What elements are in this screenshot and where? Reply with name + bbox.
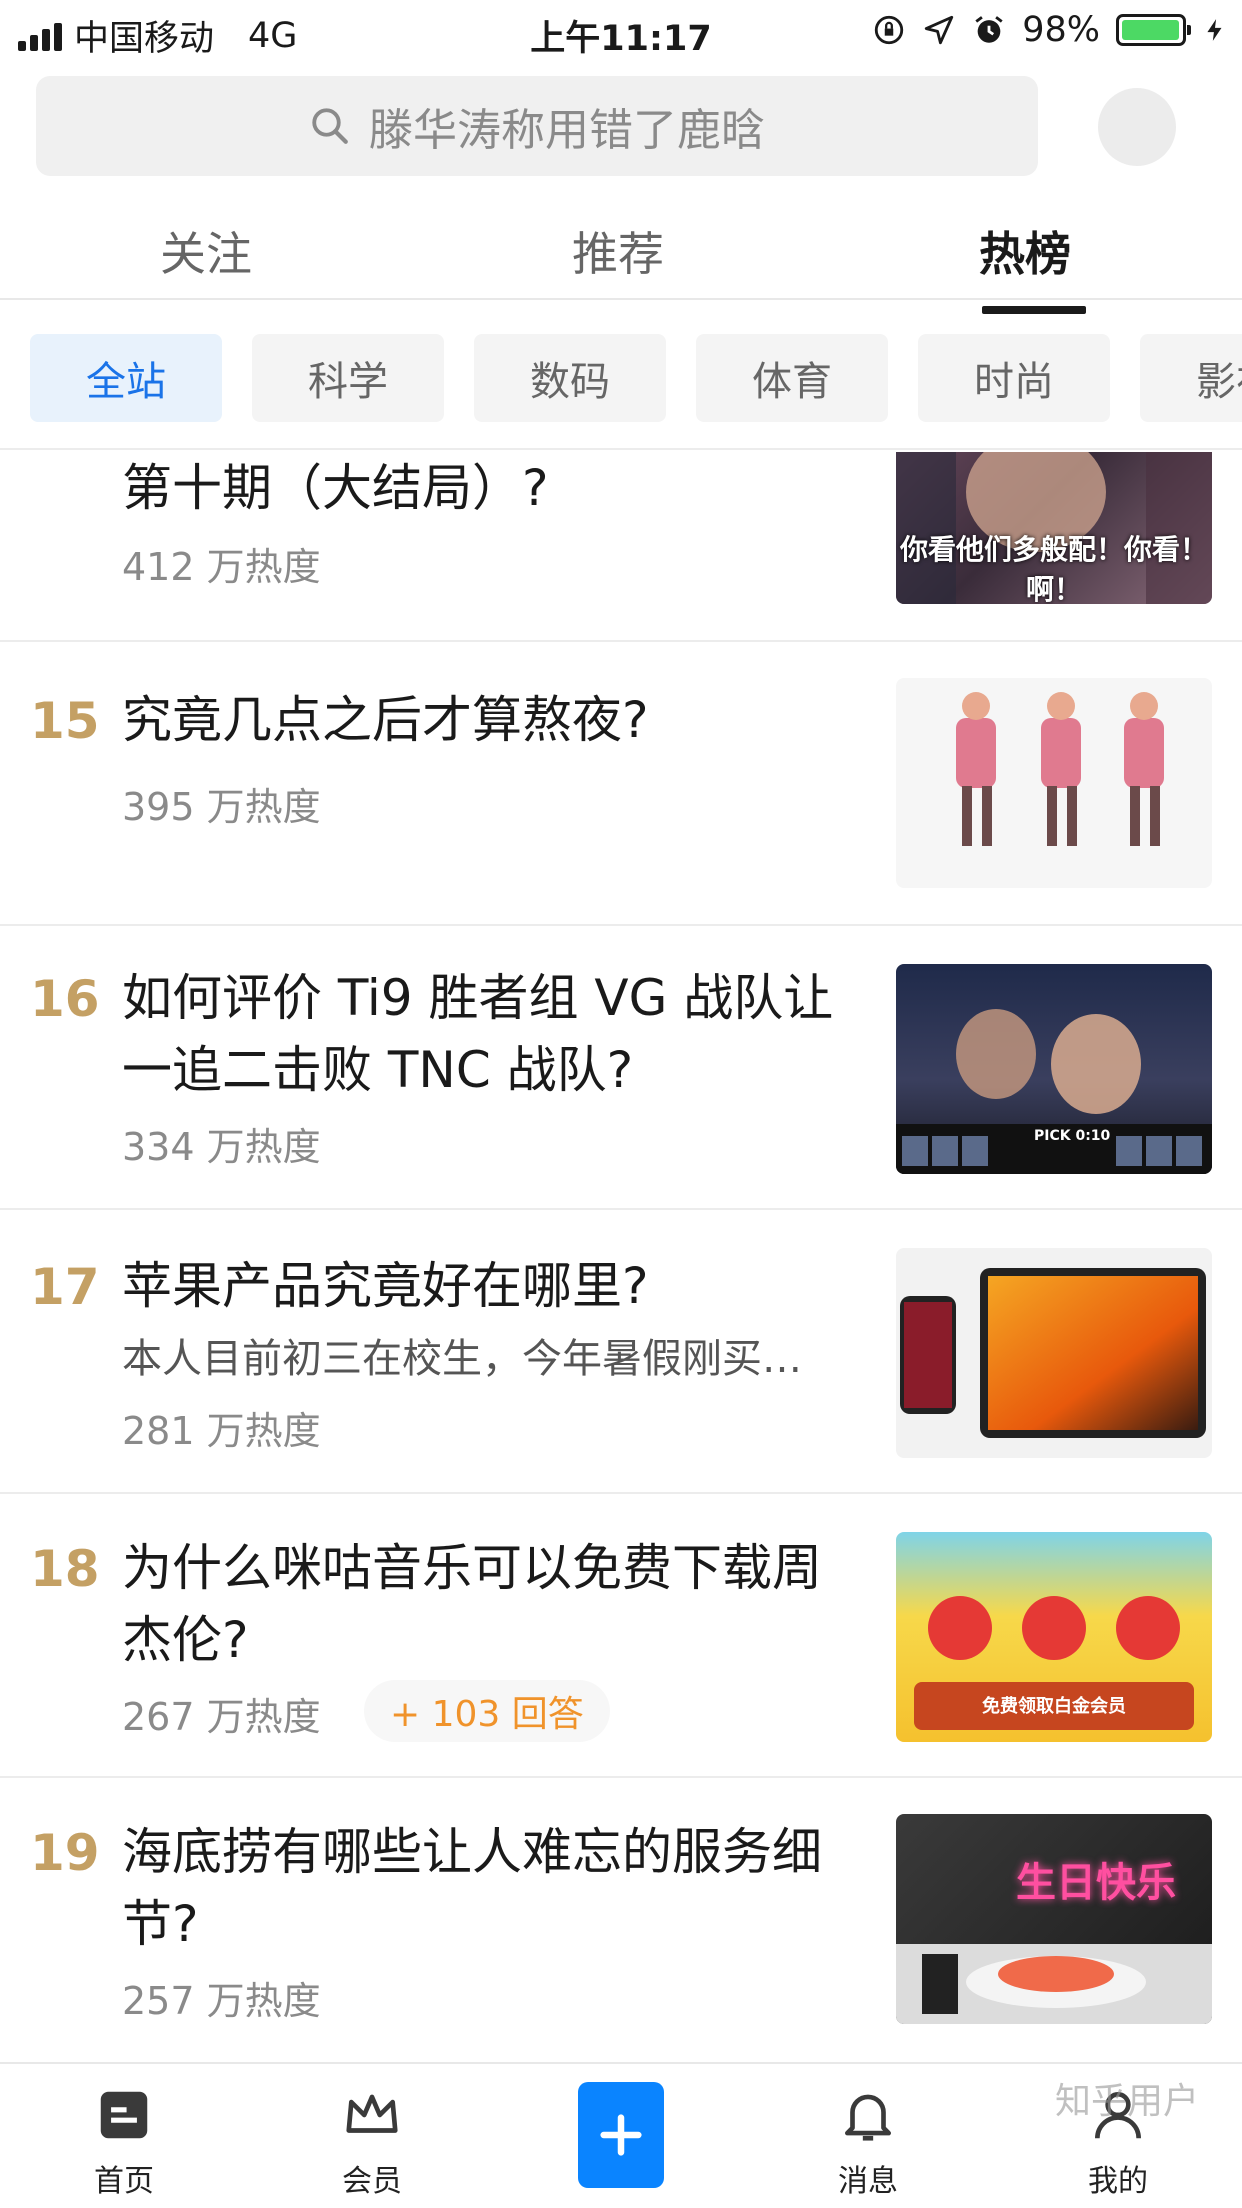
category-chips: 全站 科学 数码 体育 时尚 影视 bbox=[0, 302, 1242, 450]
search-bar[interactable]: 滕华涛称用错了鹿晗 bbox=[36, 76, 1038, 176]
nav-label: 会员 bbox=[342, 2164, 402, 2199]
nav-label: 消息 bbox=[838, 2164, 898, 2199]
add-button[interactable] bbox=[578, 2082, 664, 2188]
status-right: 98% bbox=[872, 10, 1228, 50]
location-icon bbox=[925, 15, 954, 45]
battery-icon bbox=[1116, 14, 1191, 46]
item-heat: 334 万热度 bbox=[122, 1125, 321, 1169]
chip-label: 科学 bbox=[308, 359, 388, 405]
chip-fashion[interactable]: 时尚 bbox=[918, 334, 1110, 422]
thumbnail-caption: 你看他们多般配！你看！啊！ bbox=[899, 533, 1208, 604]
item-thumbnail: PICK 0:10 bbox=[896, 964, 1212, 1174]
item-title: 为什么咪咕音乐可以免费下载周杰伦? bbox=[122, 1539, 822, 1669]
carrier-label: 中国移动 bbox=[74, 19, 215, 59]
item-heat: 267 万热度 bbox=[122, 1695, 321, 1739]
bell-icon bbox=[845, 2094, 891, 2141]
item-thumbnail: 生日快乐 bbox=[896, 1814, 1212, 2024]
crown-icon bbox=[346, 2094, 398, 2133]
chip-film[interactable]: 影视 bbox=[1140, 334, 1242, 422]
item-heat: 395 万热度 bbox=[122, 785, 321, 829]
chip-label: 时尚 bbox=[974, 359, 1054, 405]
charging-icon bbox=[1207, 19, 1222, 41]
tab-label: 关注 bbox=[160, 227, 252, 281]
item-thumbnail: 你看他们多般配！你看！啊！ bbox=[896, 452, 1212, 604]
tab-label: 推荐 bbox=[572, 227, 664, 281]
item-rank: 16 bbox=[30, 970, 100, 1028]
item-thumbnail bbox=[896, 1248, 1212, 1458]
chip-label: 体育 bbox=[752, 359, 832, 405]
tab-follow[interactable]: 关注 bbox=[96, 218, 316, 284]
battery-level bbox=[1122, 20, 1179, 40]
rotation-lock-icon bbox=[875, 15, 904, 45]
chip-science[interactable]: 科学 bbox=[252, 334, 444, 422]
search-icon bbox=[312, 108, 348, 144]
thumbnail-caption: PICK 0:10 bbox=[1034, 1128, 1111, 1144]
thumbnail-caption: 免费领取白金会员 bbox=[982, 1696, 1126, 1717]
nav-label: 首页 bbox=[94, 2164, 154, 2199]
item-heat: 257 万热度 bbox=[122, 1979, 321, 2023]
list-item[interactable]: 17 苹果产品究竟好在哪里? 本人目前初三在校生，今年暑假刚买… 281 万热度 bbox=[0, 1210, 1242, 1494]
item-thumbnail: 免费领取白金会员 bbox=[896, 1532, 1212, 1742]
nav-label: 我的 bbox=[1088, 2164, 1148, 2199]
tab-label: 热榜 bbox=[979, 227, 1071, 281]
item-title: 海底捞有哪些让人难忘的服务细节? bbox=[122, 1823, 822, 1953]
thumbnail-image bbox=[896, 1944, 1212, 2024]
item-rank: 15 bbox=[30, 692, 100, 750]
item-heat: 281 万热度 bbox=[122, 1409, 321, 1453]
chip-label: 影视 bbox=[1196, 359, 1242, 405]
item-heat: 412 万热度 bbox=[122, 545, 321, 589]
avatar[interactable] bbox=[1098, 88, 1176, 166]
chip-sports[interactable]: 体育 bbox=[696, 334, 888, 422]
item-title: 究竟几点之后才算熬夜? bbox=[122, 691, 649, 749]
list-item[interactable]: 18 为什么咪咕音乐可以免费下载周杰伦? 267 万热度 + 103 回答 免费… bbox=[0, 1494, 1242, 1778]
signal-icon bbox=[18, 21, 62, 51]
status-left: 中国移动 4G bbox=[18, 10, 297, 61]
search-placeholder: 滕华涛称用错了鹿晗 bbox=[369, 105, 765, 156]
home-icon bbox=[100, 2091, 148, 2139]
watermark: 知乎用户 bbox=[1055, 2081, 1200, 2122]
battery-percent: 98% bbox=[1022, 10, 1100, 50]
nav-home[interactable]: 首页 bbox=[54, 2084, 194, 2200]
item-rank: 19 bbox=[30, 1824, 100, 1882]
hot-list-feed: 第十期（大结局）? 412 万热度 你看他们多般配！你看！啊！ 15 究竟几点之… bbox=[0, 452, 1242, 2060]
list-item[interactable]: 15 究竟几点之后才算熬夜? 395 万热度 bbox=[0, 642, 1242, 926]
answers-badge[interactable]: + 103 回答 bbox=[364, 1680, 610, 1742]
tab-recommend[interactable]: 推荐 bbox=[508, 218, 728, 284]
chip-digital[interactable]: 数码 bbox=[474, 334, 666, 422]
list-item[interactable]: 第十期（大结局）? 412 万热度 你看他们多般配！你看！啊！ bbox=[0, 452, 1242, 642]
tab-hot-list[interactable]: 热榜 bbox=[915, 218, 1135, 314]
network-label: 4G bbox=[248, 15, 298, 56]
item-excerpt: 本人目前初三在校生，今年暑假刚买… bbox=[122, 1336, 802, 1382]
chip-label: 全站 bbox=[86, 359, 166, 405]
top-tabs: 关注 推荐 热榜 bbox=[0, 200, 1242, 314]
list-item[interactable]: 16 如何评价 Ti9 胜者组 VG 战队让一追二击败 TNC 战队? 334 … bbox=[0, 926, 1242, 1210]
nav-membership[interactable]: 会员 bbox=[302, 2084, 442, 2200]
item-thumbnail bbox=[896, 678, 1212, 888]
chip-all[interactable]: 全站 bbox=[30, 334, 222, 422]
item-title: 苹果产品究竟好在哪里? bbox=[122, 1257, 649, 1315]
plus-icon bbox=[600, 2114, 642, 2156]
item-rank: 18 bbox=[30, 1540, 100, 1598]
thumbnail-caption: 生日快乐 bbox=[1016, 1860, 1176, 1906]
status-bar: 中国移动 4G 上午11:17 98% bbox=[0, 0, 1242, 62]
item-title: 第十期（大结局）? bbox=[122, 459, 549, 517]
list-item[interactable]: 19 海底捞有哪些让人难忘的服务细节? 257 万热度 生日快乐 bbox=[0, 1778, 1242, 2060]
item-title: 如何评价 Ti9 胜者组 VG 战队让一追二击败 TNC 战队? bbox=[122, 969, 834, 1099]
item-rank: 17 bbox=[30, 1258, 100, 1316]
thumbnail-image bbox=[900, 1268, 1206, 1438]
thumbnail-image bbox=[956, 692, 1164, 846]
alarm-icon bbox=[975, 16, 1003, 43]
chip-label: 数码 bbox=[530, 359, 610, 405]
nav-messages[interactable]: 消息 bbox=[798, 2084, 938, 2200]
